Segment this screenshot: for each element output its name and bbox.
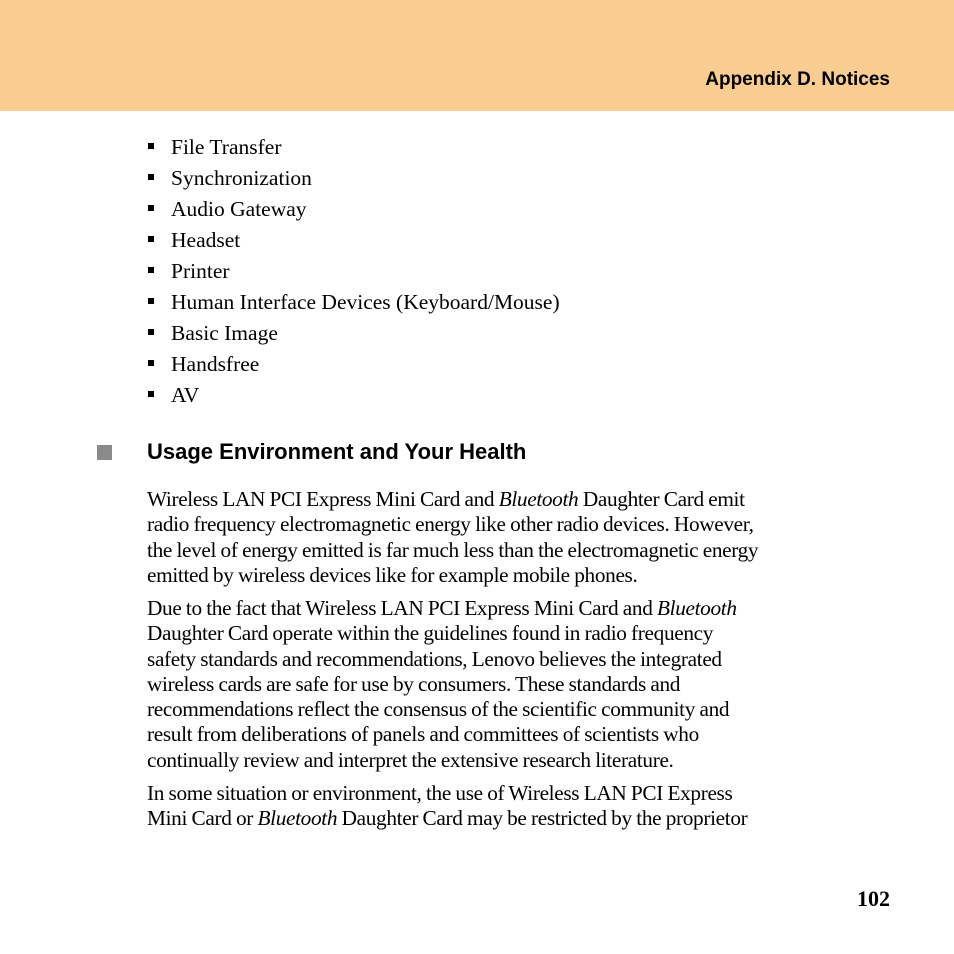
paragraph-restrictions: In some situation or environment, the us… bbox=[147, 781, 748, 831]
page-header: Appendix D. Notices bbox=[0, 0, 954, 111]
list-item: AV bbox=[148, 379, 560, 410]
list-item: Handsfree bbox=[148, 348, 560, 379]
bluetooth-term: Bluetooth bbox=[498, 487, 579, 511]
square-bullet-icon bbox=[148, 390, 154, 397]
page-number: 102 bbox=[857, 886, 890, 911]
square-bullet-icon bbox=[148, 359, 154, 366]
list-item: Basic Image bbox=[148, 317, 560, 348]
section-title: Usage Environment and Your Health bbox=[147, 439, 527, 464]
list-item: Human Interface Devices (Keyboard/Mouse) bbox=[148, 286, 560, 317]
header-title: Appendix D. Notices bbox=[705, 69, 890, 90]
bluetooth-profile-list: File Transfer Synchronization Audio Gate… bbox=[148, 132, 560, 410]
square-bullet-icon bbox=[148, 328, 154, 335]
square-bullet-icon bbox=[148, 267, 154, 273]
paragraph-safety-guidelines: Due to the fact that Wireless LAN PCI Ex… bbox=[147, 596, 737, 772]
section-heading: Usage Environment and Your Health bbox=[97, 439, 526, 465]
section-bullet-icon bbox=[97, 444, 112, 460]
list-item: Synchronization bbox=[148, 163, 560, 194]
square-bullet-icon bbox=[148, 143, 154, 150]
square-bullet-icon bbox=[148, 297, 154, 304]
list-item: Audio Gateway bbox=[148, 194, 560, 225]
square-bullet-icon bbox=[148, 205, 154, 212]
bluetooth-term: Bluetooth bbox=[257, 806, 338, 831]
square-bullet-icon bbox=[148, 174, 154, 181]
list-item: Printer bbox=[148, 256, 560, 287]
square-bullet-icon bbox=[148, 236, 154, 243]
list-item: Headset bbox=[148, 225, 560, 256]
list-item: File Transfer bbox=[148, 132, 560, 163]
paragraph-rf-energy: Wireless LAN PCI Express Mini Card and B… bbox=[147, 487, 759, 587]
bluetooth-term: Bluetooth bbox=[656, 596, 737, 620]
